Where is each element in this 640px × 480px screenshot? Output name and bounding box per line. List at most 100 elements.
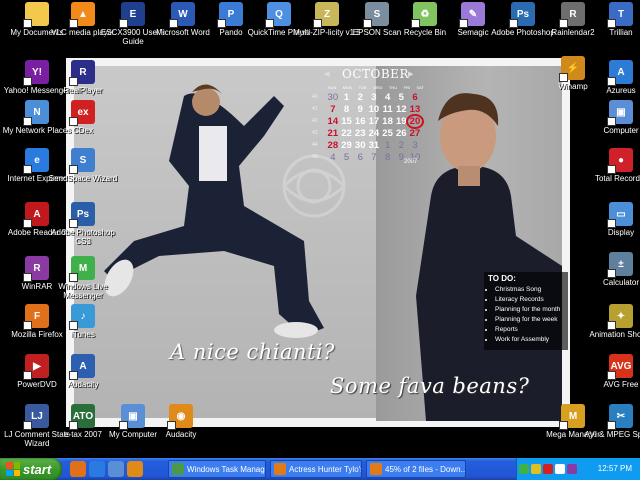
icon-photoshop-cs3[interactable]: Ps Adobe Photoshop CS3	[46, 202, 120, 246]
task-browser-hunter-tylo[interactable]: Actress Hunter Tylo's...	[270, 460, 362, 478]
calendar-day-cell[interactable]: 3	[408, 140, 422, 151]
calendar-day-cell[interactable]: 25	[381, 128, 395, 139]
calendar-day-cell[interactable]: 2	[353, 92, 367, 103]
volume-tray-icon[interactable]	[555, 464, 565, 474]
calendar-day-cell[interactable]: 1	[340, 92, 354, 103]
total-recorder-icon: ●	[607, 148, 633, 174]
icon-label: RealPlayer	[63, 86, 103, 95]
calendar-day-cell[interactable]: 9	[353, 104, 367, 115]
todo-item[interactable]: Work for Assembly	[495, 336, 564, 344]
todo-item[interactable]: Christmas Song	[495, 286, 564, 294]
calendar-week-number: 44	[312, 142, 318, 148]
calendar-day-cell[interactable]: 24	[367, 128, 381, 139]
icon-send-space-wizard[interactable]: S SendSpace Wizard	[46, 148, 120, 183]
avg-free-icon: AVG	[607, 354, 633, 380]
calendar-day-cell[interactable]: 29	[340, 140, 354, 151]
icon-calculator[interactable]: ± Calculator	[584, 252, 640, 287]
windows-live-messenger-icon: M	[69, 256, 95, 282]
ie-quicklaunch-icon[interactable]	[89, 461, 105, 477]
messenger-tray-icon[interactable]	[519, 464, 529, 474]
firefox-quicklaunch-icon[interactable]	[70, 461, 86, 477]
epson-scan-icon: S	[363, 2, 389, 28]
quick-launch	[70, 461, 143, 477]
app-tray-icon[interactable]	[567, 464, 577, 474]
calendar-day-cell[interactable]: 26	[394, 128, 408, 139]
calendar-day-cell[interactable]: 1	[381, 140, 395, 151]
icon-audacity-2[interactable]: A Audacity	[46, 354, 120, 389]
icon-label: Trillian	[609, 28, 633, 37]
calendar-week-row: 40 30 1 2 3 4 5 6	[312, 91, 424, 103]
todo-item[interactable]: Planning for the week	[495, 316, 564, 324]
icon-audacity[interactable]: ◉ Audacity	[144, 404, 218, 439]
icon-itunes[interactable]: ♪ iTunes	[46, 304, 120, 339]
calendar-week-number: 45	[312, 154, 318, 160]
calendar-day-cell[interactable]: 16	[353, 116, 367, 127]
icon-total-recorder[interactable]: ●Total Recorder	[584, 148, 640, 183]
calendar-day-cell[interactable]: 6	[408, 92, 422, 103]
calendar-day-cell[interactable]: 22	[340, 128, 354, 139]
calendar-day-cell[interactable]: 30	[353, 140, 367, 151]
icon-avi-mpeg-splitter[interactable]: ✂AVI & MPEG Splitter	[584, 404, 640, 439]
taskbar: start Windows Task Manager Actress Hunte…	[0, 458, 640, 480]
calendar-day-cell[interactable]: 30	[326, 92, 340, 103]
calendar-day-cell[interactable]: 8	[340, 104, 354, 115]
calendar-day-cell[interactable]: 31	[367, 140, 381, 151]
calendar-day-cell[interactable]: 4	[381, 92, 395, 103]
icon-animation-shop[interactable]: ✦Animation Shop 3	[584, 304, 640, 339]
icon-cdex[interactable]: ex CDex	[46, 100, 120, 135]
quicktime-icon: Q	[265, 2, 291, 28]
calendar-today-cell[interactable]: 20	[406, 113, 424, 129]
calendar-day-cell[interactable]: 3	[367, 92, 381, 103]
firefox-icon	[370, 463, 382, 475]
calendar-day-cell[interactable]: 15	[340, 116, 354, 127]
icon-display[interactable]: ▭ Display	[584, 202, 640, 237]
calendar-week-number: 42	[312, 118, 318, 124]
calendar-day-cell[interactable]: 4	[326, 152, 340, 163]
calendar-day-cell[interactable]: 6	[353, 152, 367, 163]
calendar-day-cell[interactable]: 19	[394, 116, 408, 127]
show-desktop-icon[interactable]	[108, 461, 124, 477]
icon-label: AVG Free	[603, 380, 639, 389]
todo-item[interactable]: Reports	[495, 326, 564, 334]
clock[interactable]: 12:57 PM	[598, 464, 632, 473]
calendar-day-cell[interactable]: 10	[367, 104, 381, 115]
calendar-day-cell[interactable]: 17	[367, 116, 381, 127]
calendar-day-cell[interactable]: 5	[394, 92, 408, 103]
calendar-week-row: 42 14 15 16 17 18 19 20	[312, 113, 424, 129]
task-windows-task-manager[interactable]: Windows Task Manager	[168, 460, 266, 478]
calendar-day-cell[interactable]: 14	[326, 116, 340, 127]
calendar-day-cell[interactable]: 12	[394, 104, 408, 115]
icon-trillian[interactable]: T Trillian	[584, 2, 640, 37]
calendar-next-arrow-icon[interactable]: ▸	[408, 67, 414, 80]
todo-item[interactable]: Literacy Records	[495, 296, 564, 304]
calendar-week-number: 40	[312, 94, 318, 100]
calendar-day-cell[interactable]: 5	[340, 152, 354, 163]
todo-list: Christmas Song Literacy Records Planning f…	[488, 286, 564, 344]
calendar-day-cell[interactable]: 7	[326, 104, 340, 115]
calendar-day-cell[interactable]: 13	[408, 104, 422, 115]
animation-shop-icon: ✦	[607, 304, 633, 330]
network-tray-icon[interactable]	[531, 464, 541, 474]
calendar-day-cell[interactable]: 8	[381, 152, 395, 163]
calendar-day-cell[interactable]: 18	[381, 116, 395, 127]
multi-zip-icon: Z	[313, 2, 339, 28]
calendar-day-cell[interactable]: 11	[381, 104, 395, 115]
todo-item[interactable]: Planning for the month	[495, 306, 564, 314]
calendar-day-cell[interactable]: 28	[326, 140, 340, 151]
task-downloads[interactable]: 45% of 2 files - Down...	[366, 460, 466, 478]
icon-computer[interactable]: ▣ Computer	[584, 100, 640, 135]
calendar-day-cell[interactable]: 21	[326, 128, 340, 139]
calendar-prev-arrow-icon[interactable]: ◂	[324, 67, 330, 80]
icon-windows-live-messenger[interactable]: M Windows Live Messenger	[46, 256, 120, 300]
icon-realplayer[interactable]: R RealPlayer	[46, 60, 120, 95]
icon-avg-free[interactable]: AVG AVG Free	[584, 354, 640, 389]
security-tray-icon[interactable]	[543, 464, 553, 474]
icon-azureus[interactable]: A Azureus	[584, 60, 640, 95]
calendar-day-cell[interactable]: 7	[367, 152, 381, 163]
calendar-day-cell[interactable]: 2	[394, 140, 408, 151]
calendar-day-cell[interactable]: 27	[408, 128, 422, 139]
media-quicklaunch-icon[interactable]	[127, 461, 143, 477]
calendar-day-cell[interactable]: 23	[353, 128, 367, 139]
start-button[interactable]: start	[0, 458, 62, 480]
icon-label: Display	[607, 228, 635, 237]
